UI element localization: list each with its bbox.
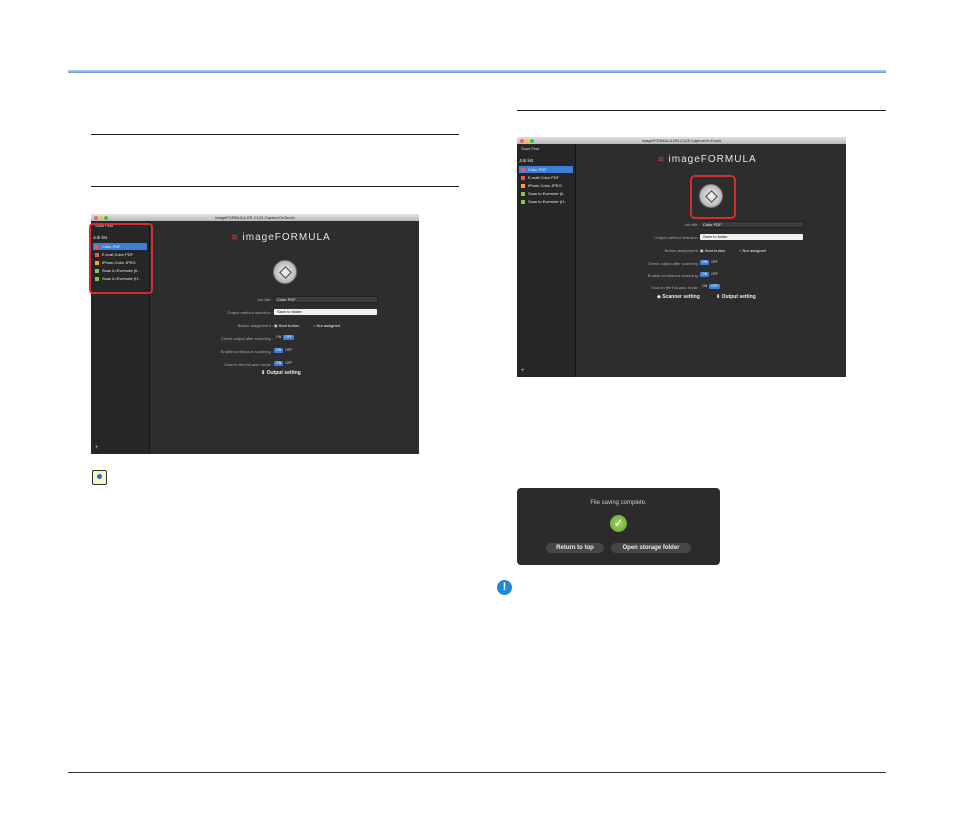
close-dot-icon[interactable] <box>520 139 524 143</box>
full-auto-toggle[interactable]: ON OFF <box>274 361 295 366</box>
header-rule <box>68 70 886 73</box>
start-button-radio[interactable]: ◉ Start button <box>700 248 725 253</box>
window-title: imageFORMULA DR-C125 CaptureOnTouch <box>215 215 295 220</box>
button-assignment-label: Button assignment : <box>664 248 700 253</box>
logo-mark-icon: ≋ <box>231 232 240 242</box>
full-auto-label: Scan in the full-auto mode : <box>651 285 700 290</box>
joblist-highlight <box>89 223 153 294</box>
window-titlebar: imageFORMULA DR-C125 CaptureOnTouch <box>91 214 419 221</box>
job-title-field[interactable]: Color PDF <box>274 296 378 303</box>
zoom-dot-icon[interactable] <box>530 139 534 143</box>
footer-rule <box>68 772 886 773</box>
brand-logo: ≋ imageFORMULA <box>657 154 757 165</box>
radio-selected-icon: ● <box>739 248 742 253</box>
check-output-label: Check output after scanning : <box>647 261 700 266</box>
output-method-select[interactable]: Save to folder <box>700 234 803 240</box>
section-rule-right <box>517 110 886 111</box>
output-method-label: Output method selection : <box>227 310 273 315</box>
evernote-icon <box>521 199 525 204</box>
check-output-toggle[interactable]: ON OFF <box>274 335 295 340</box>
checkmark-icon: ✓ <box>610 515 627 532</box>
job-item[interactable]: iPhoto Color JPEG <box>519 182 573 189</box>
enable-continuous-label: Enable continuous scanning : <box>220 349 273 354</box>
download-arrow-icon: ⬇ <box>716 294 721 300</box>
check-output-toggle[interactable]: ON OFF <box>700 260 721 265</box>
scan-first-item[interactable]: Scan First <box>521 146 539 151</box>
output-method-select[interactable]: Save to folder <box>274 309 377 315</box>
logo-mark-icon: ≋ <box>657 154 666 164</box>
check-output-label: Check output after scanning : <box>220 336 273 341</box>
important-icon: ! <box>497 580 512 595</box>
brand-logo: ≋ imageFORMULA <box>231 232 331 243</box>
button-assignment-label: Button assignment : <box>237 323 273 328</box>
job-item[interactable]: Scan to Evernote (ti.. <box>519 190 573 197</box>
job-title-label: Job title : <box>683 222 700 227</box>
scan-button-highlight <box>690 175 736 219</box>
save-complete-dialog: File saving complete. ✓ Return to top Op… <box>517 488 720 565</box>
job-title-field[interactable]: Color PDF <box>700 221 804 228</box>
download-arrow-icon: ⬇ <box>261 370 266 376</box>
window-titlebar: imageFORMULA DR-C125 CaptureOnTouch <box>517 137 846 144</box>
dialog-message: File saving complete. <box>590 500 647 506</box>
continuous-toggle[interactable]: ON OFF <box>700 272 721 277</box>
app-window-right: imageFORMULA DR-C125 CaptureOnTouch Scan… <box>517 137 846 377</box>
close-dot-icon[interactable] <box>94 216 98 220</box>
evernote-icon <box>521 191 525 196</box>
full-auto-label: Scan in the full-auto mode : <box>224 362 273 367</box>
add-job-button[interactable]: + <box>95 445 99 451</box>
minimize-dot-icon[interactable] <box>525 139 529 143</box>
return-to-top-button[interactable]: Return to top <box>546 543 604 553</box>
iphoto-icon <box>521 183 525 188</box>
section-rule-bottom <box>91 186 459 187</box>
pdf-icon <box>521 175 525 180</box>
sidebar: Scan First Job list Color PDF E-mail Col… <box>517 144 576 377</box>
zoom-dot-icon[interactable] <box>104 216 108 220</box>
open-storage-folder-button[interactable]: Open storage folder <box>611 543 691 553</box>
output-setting-button[interactable]: ⬇ Output setting <box>716 294 756 300</box>
full-auto-toggle[interactable]: ON OFF <box>700 284 721 289</box>
job-item[interactable]: Scan to Evernote (H.. <box>519 198 573 205</box>
hint-icon <box>92 470 107 485</box>
scanner-icon: ◈ <box>657 294 661 300</box>
not-assigned-radio[interactable]: ● Not assigned <box>739 248 766 253</box>
radio-selected-icon: ● <box>313 323 316 328</box>
window-title: imageFORMULA DR-C125 CaptureOnTouch <box>641 138 722 143</box>
scanner-setting-button[interactable]: ◈ Scanner setting <box>657 294 700 300</box>
add-job-button[interactable]: + <box>521 368 525 374</box>
minimize-dot-icon[interactable] <box>99 216 103 220</box>
scan-start-button[interactable] <box>273 260 297 284</box>
section-rule-top <box>91 134 459 135</box>
continuous-toggle[interactable]: ON OFF <box>274 348 295 353</box>
not-assigned-radio[interactable]: ● Not assigned <box>313 323 340 328</box>
pdf-icon <box>521 167 525 172</box>
job-item[interactable]: E-mail Color PDF <box>519 174 573 181</box>
job-item[interactable]: Color PDF <box>519 166 573 173</box>
enable-continuous-label: Enable continuous scanning : <box>647 273 700 278</box>
output-method-label: Output method selection : <box>654 235 700 240</box>
job-list-label: Job list <box>519 158 534 163</box>
start-button-radio[interactable]: ◉ Start button <box>274 323 299 328</box>
output-setting-button[interactable]: ⬇ Output setting <box>261 370 301 376</box>
job-title-label: Job title : <box>256 297 273 302</box>
